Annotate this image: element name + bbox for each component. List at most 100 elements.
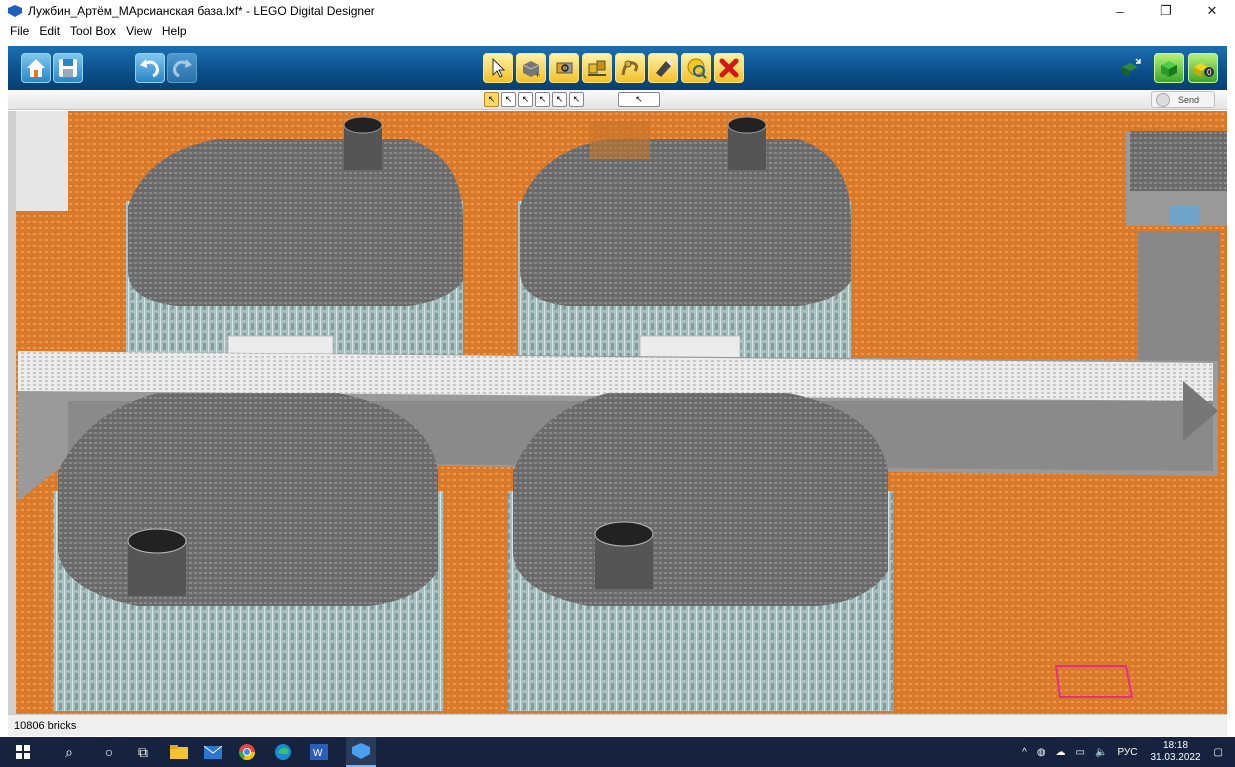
delete-tool-button[interactable] xyxy=(714,53,744,83)
display-icon[interactable]: ▭ xyxy=(1076,747,1085,758)
status-bar: 10806 bricks xyxy=(8,714,1227,736)
paint-tool-button[interactable] xyxy=(648,53,678,83)
hide-tool-button[interactable] xyxy=(681,53,711,83)
restore-button[interactable]: ❐ xyxy=(1143,0,1189,22)
hinge-align-tool-button[interactable] xyxy=(582,53,612,83)
chevron-up-icon[interactable]: ^ xyxy=(1022,747,1027,758)
word-button[interactable]: W xyxy=(310,743,328,761)
brick-count: 10806 bricks xyxy=(14,719,77,732)
folder-icon xyxy=(170,745,188,759)
start-button[interactable] xyxy=(14,743,32,761)
lego-digital-designer-icon xyxy=(8,5,22,17)
cursor-invert-icon: ↖ xyxy=(572,94,581,104)
dome-bottom-right xyxy=(508,393,893,711)
connected-select-button[interactable]: ↖ xyxy=(501,92,516,107)
send-icon xyxy=(1156,92,1170,107)
menu-help[interactable]: Help xyxy=(162,24,187,38)
network-icon[interactable]: ◍ xyxy=(1037,747,1046,758)
tower-right xyxy=(1126,131,1227,381)
cursor-connected-icon: ↖ xyxy=(504,94,513,104)
cursor-icon: ↖ xyxy=(487,94,496,104)
clone-tool-button[interactable]: + xyxy=(516,53,546,83)
mail-button[interactable] xyxy=(204,743,222,761)
home-icon xyxy=(27,59,45,77)
file-explorer-button[interactable] xyxy=(170,743,188,761)
hinge-align-tool-icon xyxy=(588,60,606,76)
title-bar: Лужбин_Артём_МАрсианская база.lxf* - LEG… xyxy=(0,0,1235,22)
close-button[interactable]: ✕ xyxy=(1189,0,1235,22)
task-view-icon: ⧉ xyxy=(138,743,148,760)
select-tool-button[interactable] xyxy=(483,53,513,83)
volume-icon[interactable]: 🔈 xyxy=(1095,747,1107,758)
notifications-icon[interactable]: ▢ xyxy=(1214,747,1223,758)
window-title: Лужбин_Артём_МАрсианская база.lxf* - LEG… xyxy=(28,4,375,18)
hinge-tool-button[interactable] xyxy=(549,53,579,83)
color-shape-select-button[interactable]: ↖ xyxy=(552,92,567,107)
view-mode-button[interactable] xyxy=(1154,53,1184,83)
clone-tool-icon: + xyxy=(522,61,540,80)
undo-icon xyxy=(140,59,159,78)
single-select-button[interactable]: ↖ xyxy=(484,92,499,107)
build-mode-icon xyxy=(1122,58,1141,77)
dome-top-right xyxy=(518,139,851,367)
ghost-brick xyxy=(590,121,650,159)
hinge-tool-icon xyxy=(556,62,573,74)
cursor-color-shape-icon: ↖ xyxy=(555,94,564,104)
flex-tool-button[interactable] xyxy=(615,53,645,83)
hide-tool-icon xyxy=(687,58,707,79)
onedrive-icon[interactable]: ☁ xyxy=(1056,747,1066,758)
lego-model-scene xyxy=(8,111,1227,714)
view-mode-icon xyxy=(1161,61,1177,77)
delete-tool-icon xyxy=(719,58,739,78)
menu-bar: File Edit Tool Box View Help xyxy=(0,22,1235,40)
select-tool-icon xyxy=(492,57,506,78)
build-mode-button[interactable] xyxy=(1116,53,1146,83)
word-icon: W xyxy=(310,744,328,760)
vent-bottom-left xyxy=(127,528,187,596)
search-icon: ⌕ xyxy=(65,743,73,760)
group-select-button[interactable]: ↖ xyxy=(618,92,660,107)
menu-view[interactable]: View xyxy=(126,24,152,38)
redo-icon xyxy=(173,59,192,78)
vent-bottom-right xyxy=(594,521,654,589)
edge-button[interactable] xyxy=(274,743,292,761)
cursor-shape-icon: ↖ xyxy=(538,94,547,104)
menu-toolbox[interactable]: Tool Box xyxy=(70,24,116,38)
lego-designer-taskbar-button[interactable] xyxy=(346,737,376,767)
shape-select-button[interactable]: ↖ xyxy=(535,92,550,107)
redo-button[interactable] xyxy=(167,53,197,83)
cortana-button[interactable]: ○ xyxy=(100,743,118,761)
vent-top-right xyxy=(727,116,767,170)
keyboard-language[interactable]: РУС xyxy=(1117,747,1137,758)
save-button[interactable] xyxy=(53,53,83,83)
tool-options-bar: ↖ ↖ ↖ ↖ ↖ ↖ ↖ Send xyxy=(8,90,1227,110)
svg-text:W: W xyxy=(313,748,323,759)
minimize-button[interactable]: – xyxy=(1097,0,1143,22)
clock-date: 31.03.2022 xyxy=(1150,752,1201,763)
menu-file[interactable]: File xyxy=(10,24,29,38)
svg-text:+: + xyxy=(535,70,540,80)
vent-top-left xyxy=(343,116,383,170)
cursor-color-icon: ↖ xyxy=(521,94,530,104)
clock-time: 18:18 xyxy=(1163,740,1189,751)
home-button[interactable] xyxy=(21,53,51,83)
search-button[interactable]: ⌕ xyxy=(60,743,78,761)
main-toolbar: + 0 xyxy=(8,46,1227,90)
chrome-icon xyxy=(238,744,256,761)
send-label: Send xyxy=(1178,94,1200,105)
clock[interactable]: 18:18 31.03.2022 xyxy=(1150,740,1200,764)
dome-bottom-left xyxy=(53,393,443,711)
building-guide-button[interactable]: 0 xyxy=(1188,53,1218,83)
dome-top-left xyxy=(126,139,463,367)
3d-viewport[interactable] xyxy=(8,111,1227,714)
undo-button[interactable] xyxy=(135,53,165,83)
flex-tool-icon xyxy=(621,60,639,76)
task-view-button[interactable]: ⧉ xyxy=(134,743,152,761)
system-tray: ^ ◍ ☁ ▭ 🔈 РУС 18:18 31.03.2022 ▢ xyxy=(1017,737,1235,767)
menu-edit[interactable]: Edit xyxy=(39,24,60,38)
lego-digital-designer-icon xyxy=(352,743,370,759)
send-button[interactable]: Send xyxy=(1151,91,1215,108)
invert-select-button[interactable]: ↖ xyxy=(569,92,584,107)
color-select-button[interactable]: ↖ xyxy=(518,92,533,107)
chrome-button[interactable] xyxy=(238,743,256,761)
